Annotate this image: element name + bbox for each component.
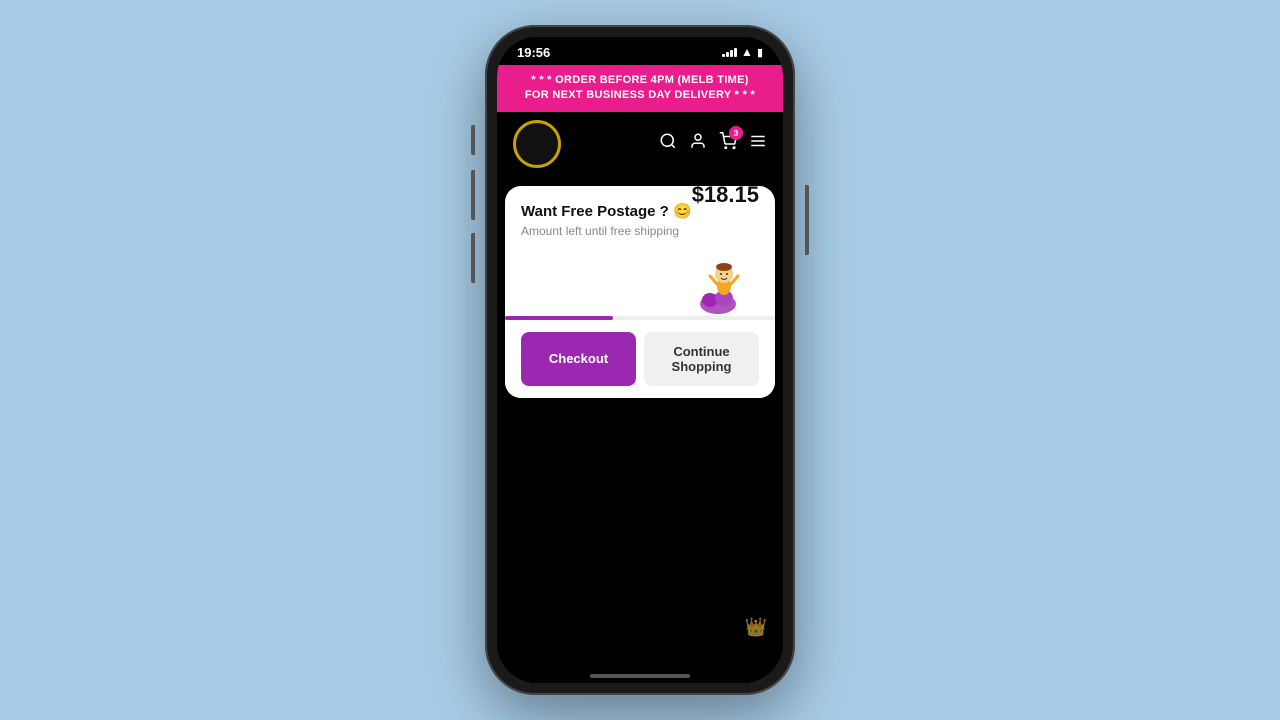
power-button[interactable] (805, 185, 809, 255)
checkout-button[interactable]: Checkout (521, 332, 636, 386)
volume-down-button[interactable] (471, 233, 475, 283)
modal-amount: $18.15 (692, 186, 759, 208)
battery-icon: ▮ (757, 46, 763, 59)
cart-count-badge: 3 (729, 126, 743, 140)
logo[interactable] (513, 120, 561, 168)
modal-content: Want Free Postage ? 😊 Amount left until … (505, 186, 775, 316)
promo-banner: * * * ORDER BEFORE 4PM (MELB TIME) FOR N… (497, 65, 783, 112)
notch (600, 37, 680, 59)
phone-frame: 19:56 ▲ ▮ * * * ORDER BEFORE 4PM (MELB T… (485, 25, 795, 695)
app-content: (x3) Curl: C Edit Subtotal $56.85 Shippi… (497, 176, 783, 666)
wifi-icon: ▲ (741, 45, 753, 59)
status-icons: ▲ ▮ (722, 45, 763, 59)
status-time: 19:56 (517, 45, 550, 60)
volume-up-button[interactable] (471, 170, 475, 220)
nav-icons: 3 (659, 132, 767, 155)
volume-mute-button[interactable] (471, 125, 475, 155)
home-bar[interactable] (590, 674, 690, 678)
account-icon[interactable] (689, 132, 707, 155)
header: 3 (497, 112, 783, 176)
cartoon-figure (696, 246, 751, 316)
banner-line2: FOR NEXT BUSINESS DAY DELIVERY * * * (509, 88, 771, 103)
modal-subtitle: Amount left until free shipping (521, 224, 692, 238)
banner-line1: * * * ORDER BEFORE 4PM (MELB TIME) (509, 73, 771, 88)
free-postage-modal: Want Free Postage ? 😊 Amount left until … (505, 186, 775, 398)
signal-icon (722, 48, 737, 57)
continue-shopping-button[interactable]: Continue Shopping (644, 332, 759, 386)
phone-screen: 19:56 ▲ ▮ * * * ORDER BEFORE 4PM (MELB T… (497, 37, 783, 683)
modal-overlay: Want Free Postage ? 😊 Amount left until … (497, 176, 783, 666)
modal-title: Want Free Postage ? 😊 (521, 202, 692, 220)
cart-icon[interactable]: 3 (719, 132, 737, 155)
menu-icon[interactable] (749, 132, 767, 155)
modal-buttons: Checkout Continue Shopping (505, 320, 775, 398)
modal-emoji: 😊 (673, 203, 692, 220)
modal-illustration (521, 246, 759, 316)
home-indicator (497, 666, 783, 683)
search-icon[interactable] (659, 132, 677, 155)
